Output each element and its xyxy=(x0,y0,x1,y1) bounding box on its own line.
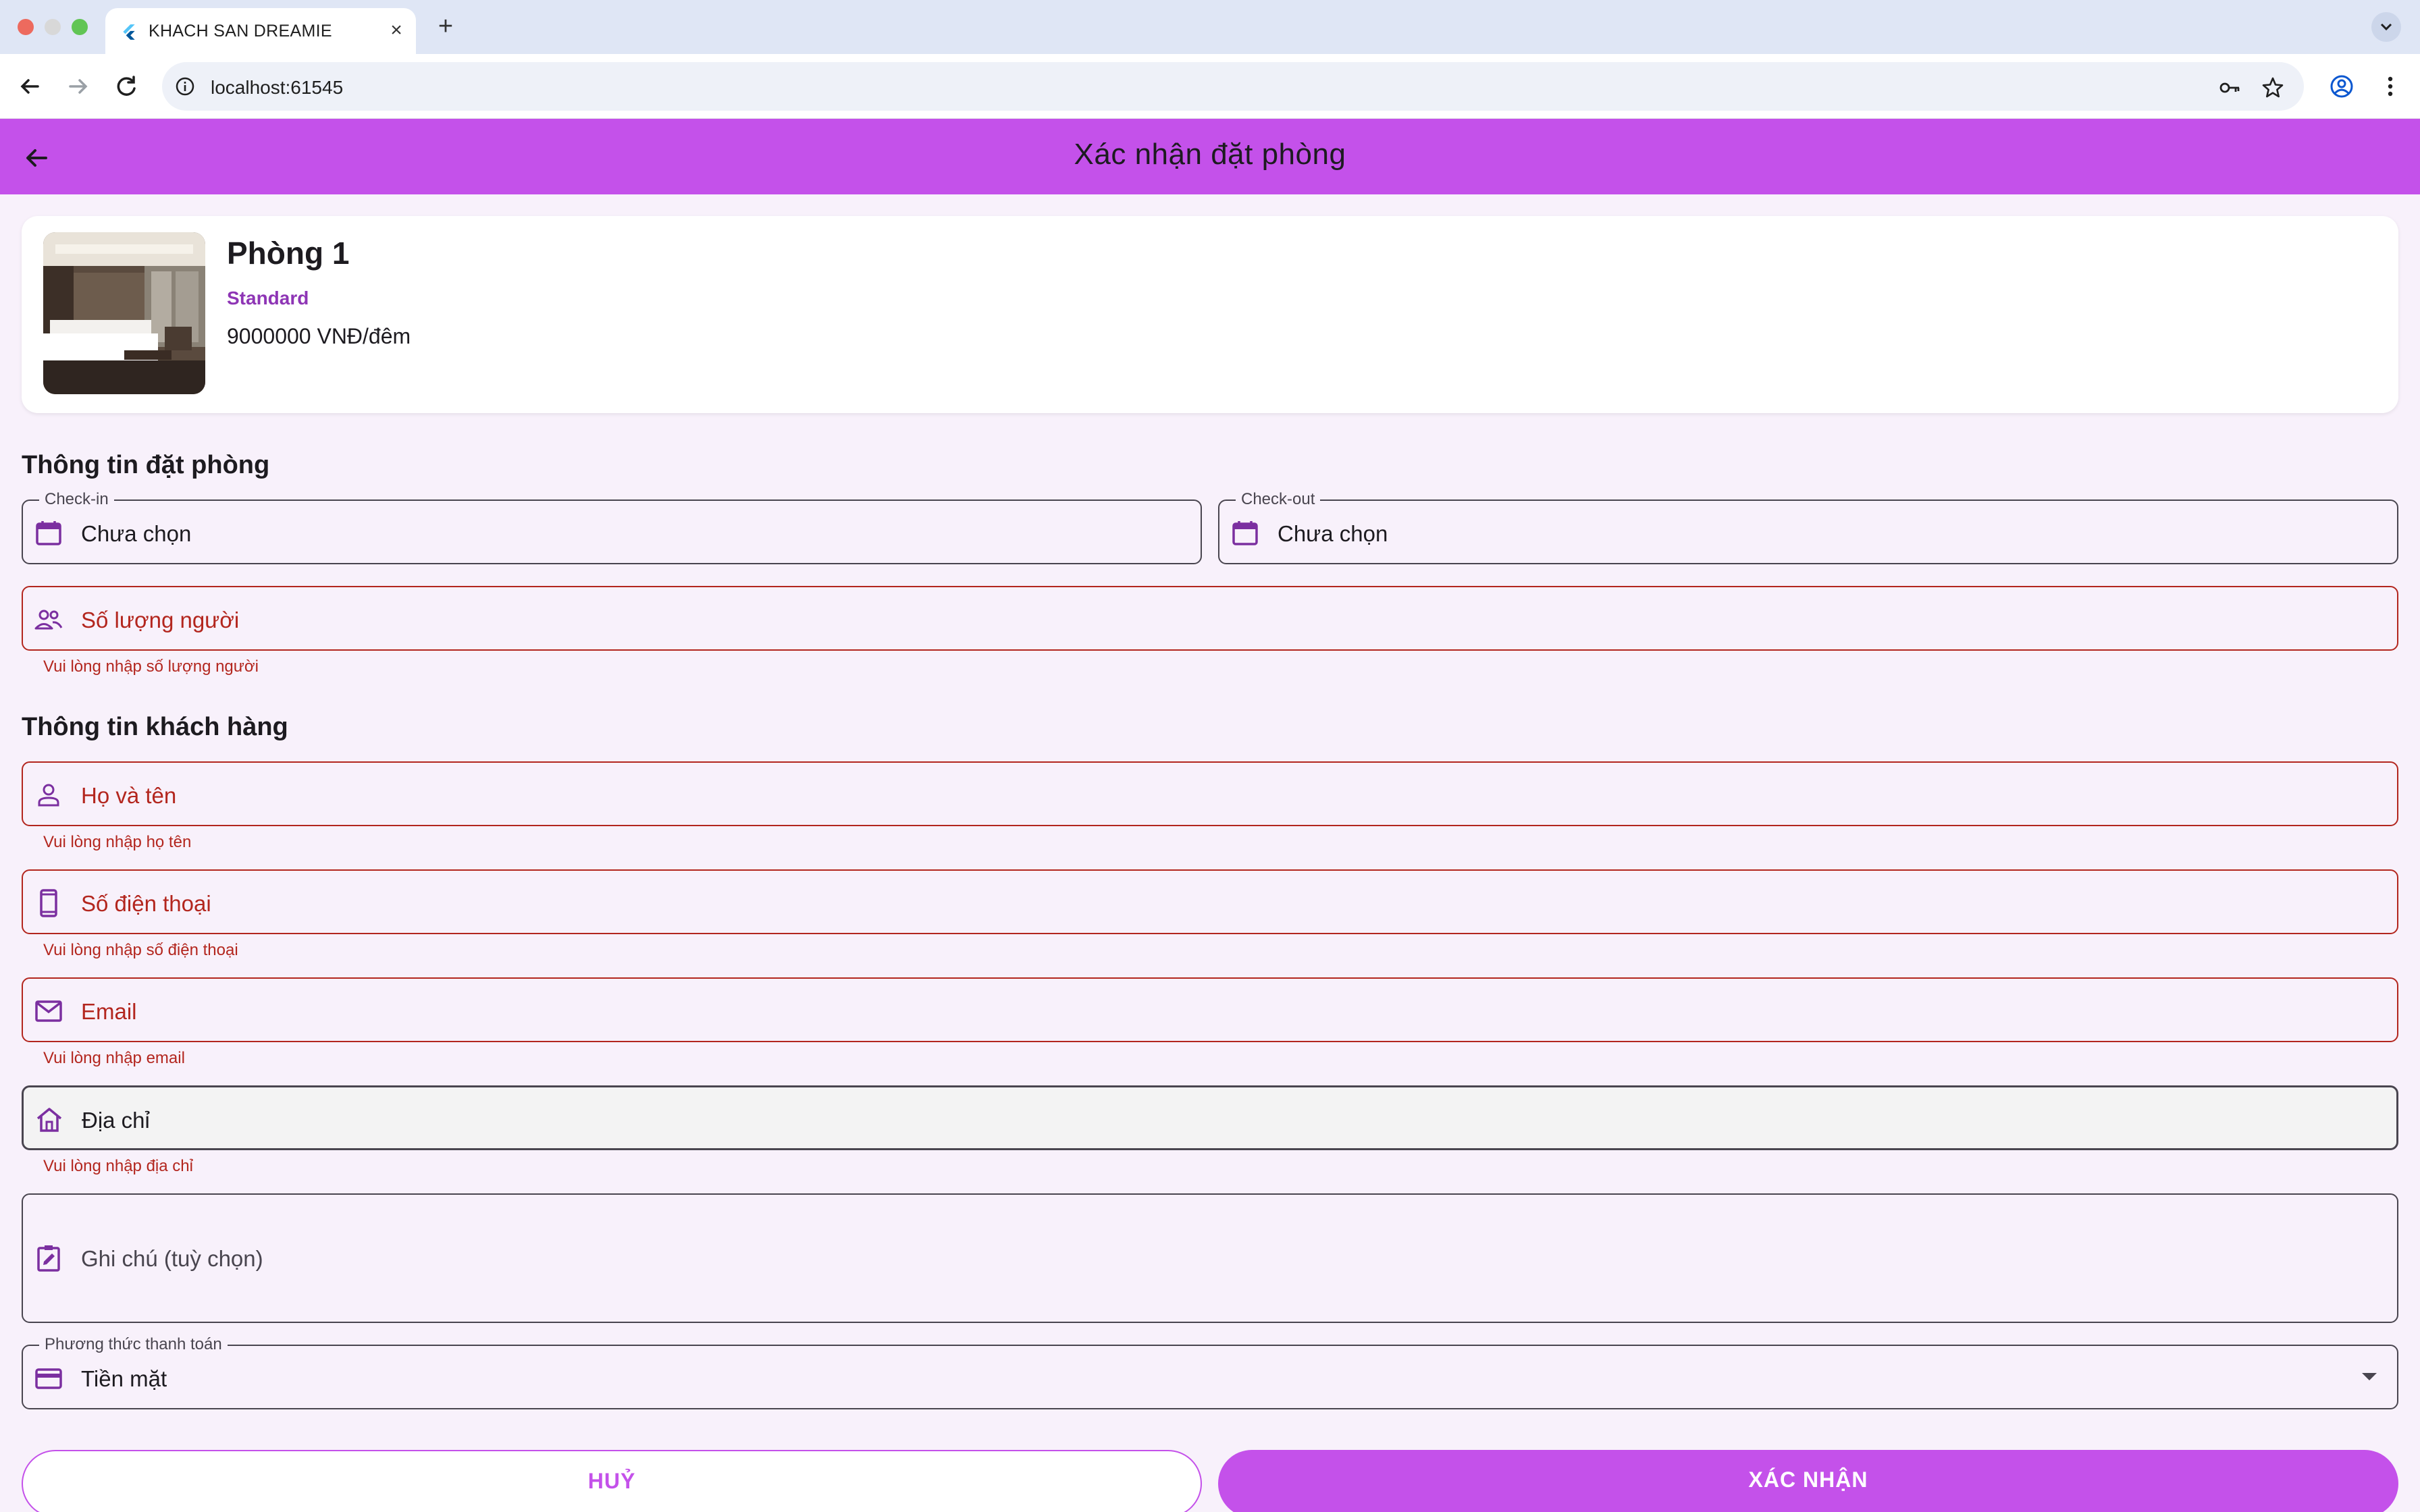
booking-confirmation-page: Xác nhận đặt phòng Phòng 1 Standard 9000… xyxy=(0,119,2420,1512)
reload-icon[interactable] xyxy=(111,70,143,103)
room-name: Phòng 1 xyxy=(227,236,350,271)
room-summary-card: Phòng 1 Standard 9000000 VNĐ/đêm xyxy=(22,216,2398,413)
customer-section-title: Thông tin khách hàng xyxy=(22,713,288,741)
payment-method-label: Phương thức thanh toán xyxy=(39,1335,228,1354)
address-placeholder: Địa chỉ xyxy=(82,1108,150,1133)
page-title: Xác nhận đặt phòng xyxy=(1074,138,1346,171)
address-bar[interactable]: localhost:61545 xyxy=(162,62,2304,111)
calendar-icon xyxy=(1232,521,1258,545)
checkout-label: Check-out xyxy=(1236,490,1321,509)
browser-toolbar: localhost:61545 xyxy=(0,54,2420,119)
credit-card-icon xyxy=(35,1368,62,1389)
people-icon xyxy=(34,610,63,630)
url-text[interactable]: localhost:61545 xyxy=(211,77,343,99)
phone-error-text: Vui lòng nhập số điện thoại xyxy=(43,941,238,959)
phone-input[interactable]: Số điện thoại xyxy=(22,869,2398,934)
flutter-icon xyxy=(123,24,135,40)
guests-input[interactable]: Số lượng người xyxy=(22,586,2398,651)
forward-arrow-icon[interactable] xyxy=(62,70,95,103)
email-placeholder: Email xyxy=(81,999,137,1024)
bookmark-star-icon[interactable] xyxy=(2261,76,2285,100)
home-icon xyxy=(36,1108,62,1132)
site-info-icon[interactable] xyxy=(174,76,196,97)
window-minimize-button[interactable] xyxy=(45,19,61,35)
confirm-button[interactable]: XÁC NHẬN xyxy=(1218,1450,2398,1512)
checkout-value: Chưa chọn xyxy=(1278,521,1388,546)
tab-close-icon[interactable]: × xyxy=(385,19,408,42)
room-photo xyxy=(43,232,205,394)
window-maximize-button[interactable] xyxy=(72,19,88,35)
email-input[interactable]: Email xyxy=(22,977,2398,1042)
checkin-field[interactable]: Check-in Chưa chọn xyxy=(22,490,1202,564)
phone-placeholder: Số điện thoại xyxy=(81,891,211,916)
cancel-button[interactable]: HUỶ xyxy=(22,1450,1202,1512)
edit-note-icon xyxy=(37,1245,60,1272)
hotel-room-image xyxy=(43,232,205,394)
chevron-down-icon xyxy=(2380,23,2392,31)
confirm-button-label: XÁC NHẬN xyxy=(1748,1467,1868,1492)
room-type: Standard xyxy=(227,288,309,308)
profile-icon[interactable] xyxy=(2325,70,2358,103)
payment-method-dropdown[interactable]: Phương thức thanh toán Tiền mặt xyxy=(22,1335,2398,1409)
address-input[interactable]: Địa chỉ xyxy=(22,1085,2398,1150)
cancel-button-label: HUỶ xyxy=(587,1469,636,1493)
payment-method-value: Tiền mặt xyxy=(81,1366,167,1391)
more-vertical-icon[interactable] xyxy=(2374,70,2406,103)
checkin-label: Check-in xyxy=(39,490,114,509)
calendar-icon xyxy=(36,521,61,545)
browser-tab-active[interactable]: KHACH SAN DREAMIE × xyxy=(105,8,416,54)
checkin-value: Chưa chọn xyxy=(81,521,192,546)
full-name-placeholder: Họ và tên xyxy=(81,783,177,808)
room-price: 9000000 VNĐ/đêm xyxy=(227,324,411,348)
tab-search-button[interactable] xyxy=(2371,12,2401,42)
full-name-input[interactable]: Họ và tên xyxy=(22,761,2398,826)
note-placeholder: Ghi chú (tuỳ chọn) xyxy=(81,1246,263,1271)
checkout-field[interactable]: Check-out Chưa chọn xyxy=(1218,490,2398,564)
mail-icon xyxy=(35,1000,62,1022)
email-error-text: Vui lòng nhập email xyxy=(43,1049,185,1067)
new-tab-button[interactable]: + xyxy=(432,14,459,40)
window-close-button[interactable] xyxy=(18,19,34,35)
booking-section-title: Thông tin đặt phòng xyxy=(22,451,270,479)
guests-placeholder: Số lượng người xyxy=(81,608,240,632)
key-icon[interactable] xyxy=(2217,76,2242,100)
tab-title: KHACH SAN DREAMIE xyxy=(149,22,332,40)
address-error-text: Vui lòng nhập địa chỉ xyxy=(43,1157,193,1175)
browser-tab-strip: KHACH SAN DREAMIE × + xyxy=(0,0,2420,54)
dropdown-arrow-icon[interactable] xyxy=(2362,1373,2377,1380)
person-icon xyxy=(38,784,59,807)
note-textarea[interactable]: Ghi chú (tuỳ chọn) xyxy=(22,1193,2398,1323)
smartphone-icon xyxy=(40,889,57,917)
back-arrow-icon[interactable] xyxy=(14,70,46,103)
full-name-error-text: Vui lòng nhập họ tên xyxy=(43,833,192,851)
guests-error-text: Vui lòng nhập số lượng người xyxy=(43,657,259,676)
app-bar: Xác nhận đặt phòng xyxy=(0,119,2420,194)
